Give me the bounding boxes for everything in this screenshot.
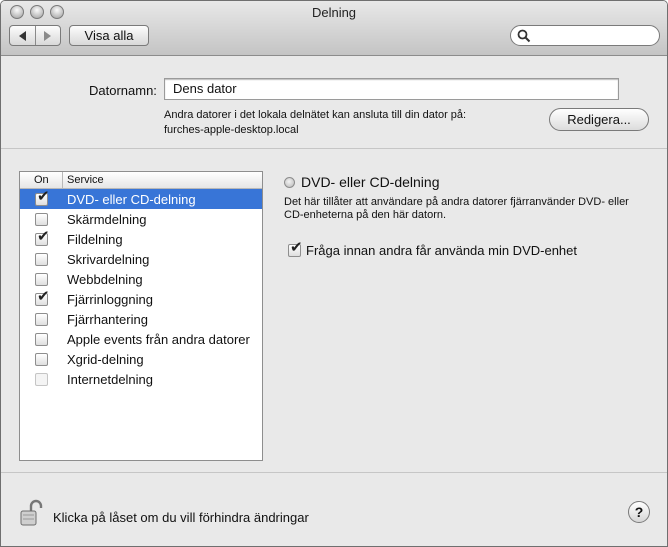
service-row[interactable]: ✔ Fildelning <box>20 228 262 249</box>
search-field[interactable] <box>510 25 660 46</box>
service-checkbox-cell: ✔ <box>20 188 63 206</box>
checkmark-icon: ✔ <box>37 186 50 205</box>
footer: Klicka på låset om du vill förhindra änd… <box>1 474 667 546</box>
service-checkbox-cell <box>20 212 63 226</box>
service-checkbox-cell <box>20 332 63 346</box>
services-section: On Service ✔ DVD- eller CD-delning Skärmde… <box>1 151 667 473</box>
ask-before-use-option[interactable]: ✔ Fråga innan andra får använda min DVD-… <box>288 240 577 258</box>
service-label: Fjärrinloggning <box>67 291 153 307</box>
service-status: DVD- eller CD-delning <box>284 174 440 190</box>
service-checkbox <box>35 372 48 386</box>
service-row[interactable]: ✔ Fjärrinloggning <box>20 288 262 309</box>
service-label: Webbdelning <box>67 271 143 287</box>
search-icon <box>517 29 531 43</box>
service-list[interactable]: On Service ✔ DVD- eller CD-delning Skärmde… <box>19 171 263 461</box>
service-description: Det här tillåter att användare på andra … <box>284 196 629 221</box>
service-checkbox[interactable] <box>35 252 48 266</box>
service-checkbox-cell <box>20 312 63 326</box>
computer-name-section: Datornamn: Dens dator Andra datorer i de… <box>1 57 667 149</box>
navigation-group <box>9 25 61 46</box>
ask-before-use-label: Fråga innan andra får använda min DVD-en… <box>306 243 577 258</box>
service-row[interactable]: Apple events från andra datorer <box>20 329 262 349</box>
service-checkbox-cell <box>20 372 63 386</box>
service-checkbox-cell <box>20 352 63 366</box>
help-button[interactable]: ? <box>628 501 650 523</box>
service-checkbox-cell: ✔ <box>20 288 63 306</box>
lock-hint-text: Klicka på låset om du vill förhindra änd… <box>53 510 309 525</box>
service-checkbox-cell <box>20 272 63 286</box>
back-button[interactable] <box>10 26 35 45</box>
service-checkbox[interactable] <box>35 332 48 346</box>
column-header-service[interactable]: Service <box>63 172 104 188</box>
service-label: Xgrid-delning <box>67 351 144 367</box>
status-light-icon <box>284 176 295 188</box>
service-row[interactable]: ✔ DVD- eller CD-delning <box>20 188 262 209</box>
window: Delning Visa alla Datornamn: Dens dator … <box>0 0 668 547</box>
edit-button[interactable]: Redigera... <box>549 108 649 131</box>
service-checkbox[interactable] <box>35 312 48 326</box>
service-checkbox[interactable]: ✔ <box>35 188 50 206</box>
back-arrow-icon <box>18 30 26 41</box>
service-checkbox[interactable] <box>35 352 48 366</box>
service-checkbox[interactable]: ✔ <box>35 288 50 306</box>
checkmark-icon: ✔ <box>37 226 50 245</box>
service-label: Skärmdelning <box>67 211 147 227</box>
forward-button[interactable] <box>34 26 60 45</box>
hostname-text: furches-apple-desktop.local <box>164 124 299 136</box>
service-row[interactable]: Skrivardelning <box>20 249 262 269</box>
ask-before-use-checkbox[interactable]: ✔ <box>288 240 303 257</box>
service-checkbox-cell <box>20 252 63 266</box>
service-list-header: On Service <box>20 172 262 189</box>
service-checkbox[interactable] <box>35 212 48 226</box>
show-all-button[interactable]: Visa alla <box>69 25 149 46</box>
computer-name-label: Datornamn: <box>89 83 157 98</box>
checkmark-icon: ✔ <box>37 286 50 305</box>
service-label: Apple events från andra datorer <box>67 331 250 347</box>
network-info-text: Andra datorer i det lokala delnätet kan … <box>164 109 467 121</box>
service-checkbox[interactable] <box>35 272 48 286</box>
forward-arrow-icon <box>44 30 52 41</box>
service-label: Fjärrhantering <box>67 311 148 327</box>
checkmark-icon: ✔ <box>290 238 303 256</box>
service-checkbox[interactable]: ✔ <box>35 228 50 246</box>
window-title: Delning <box>311 5 357 20</box>
service-checkbox-cell: ✔ <box>20 228 63 246</box>
service-title: DVD- eller CD-delning <box>301 174 440 190</box>
titlebar: Delning Visa alla <box>1 1 667 56</box>
unlocked-lock-icon[interactable] <box>19 498 45 528</box>
service-label: Fildelning <box>67 231 123 247</box>
service-row[interactable]: Xgrid-delning <box>20 349 262 369</box>
service-row[interactable]: Skärmdelning <box>20 209 262 229</box>
service-row[interactable]: Webbdelning <box>20 269 262 289</box>
service-label: Internetdelning <box>67 371 154 387</box>
computer-name-field[interactable]: Dens dator <box>164 78 619 100</box>
service-label: DVD- eller CD-delning <box>67 191 196 207</box>
service-row[interactable]: Fjärrhantering <box>20 309 262 329</box>
service-label: Skrivardelning <box>67 251 150 267</box>
service-row[interactable]: Internetdelning <box>20 369 262 389</box>
service-rows: ✔ DVD- eller CD-delning Skärmdelning ✔ Filde… <box>20 188 262 389</box>
column-header-on[interactable]: On <box>20 172 63 188</box>
